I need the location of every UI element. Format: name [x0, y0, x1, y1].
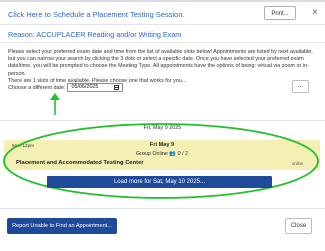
footer-divider	[0, 208, 325, 209]
annotation-ellipse-overlay	[3, 123, 319, 199]
report-unable-button[interactable]: Report Unable to Find an Appointment...	[7, 218, 117, 234]
load-more-button[interactable]: Load more for Sat, May 10 2025...	[47, 176, 272, 188]
close-button[interactable]: Close	[285, 218, 312, 234]
schedule-dialog: Click Here to Schedule a Placement Testi…	[0, 0, 325, 251]
